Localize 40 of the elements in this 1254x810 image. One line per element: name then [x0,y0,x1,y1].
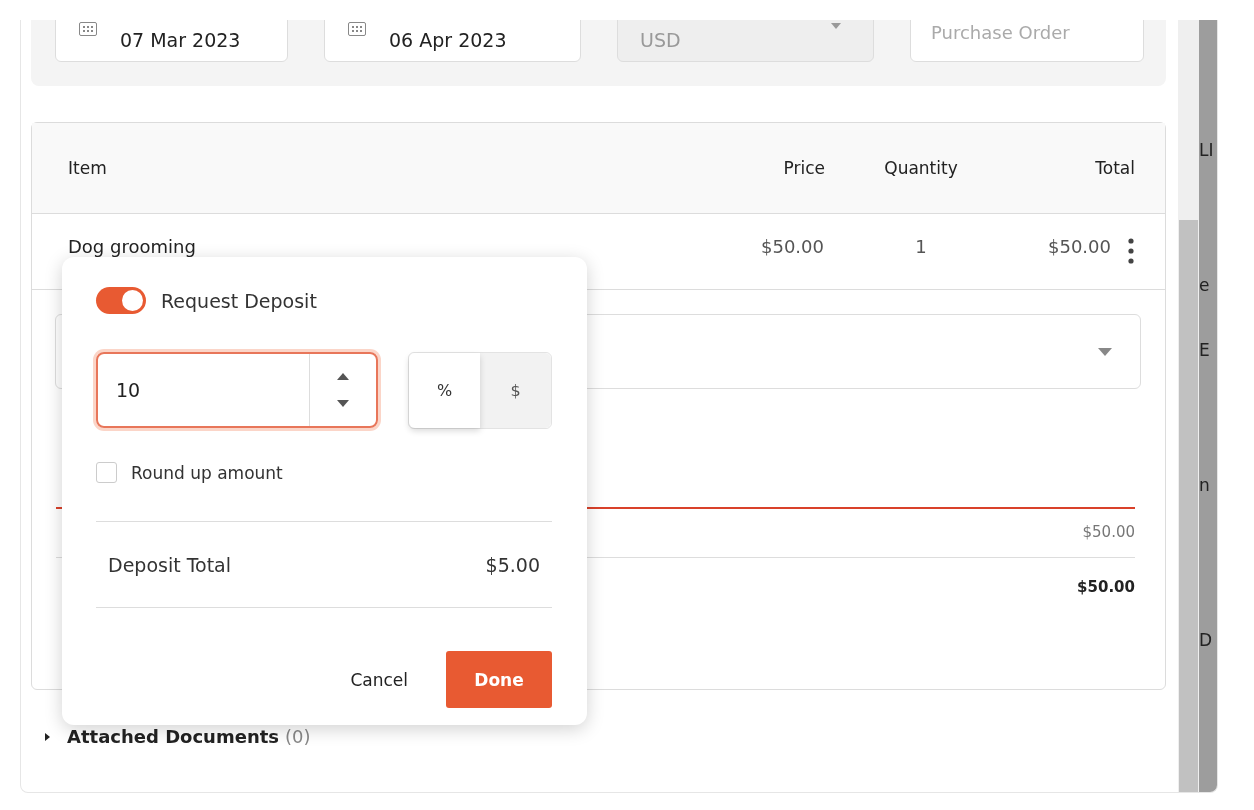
expand-icon[interactable] [43,731,51,742]
total-amount: $50.00 [1077,578,1135,596]
toggle-switch[interactable] [96,287,146,314]
panel-text: n [1199,475,1210,495]
document-count: (0) [285,726,311,747]
date-field[interactable]: 07 Mar 2023 [55,20,288,62]
table-cell-text: $50.00 [1047,236,1111,259]
checkbox[interactable] [96,462,117,483]
section-title[interactable]: Attached Documents [67,726,280,747]
unit-toggle[interactable]: $ [480,353,551,428]
increment-icon[interactable] [337,373,349,380]
table-cell-text: $50.00 [760,236,825,259]
caret-icon [831,23,841,29]
amount-field[interactable]: 10 [96,352,378,428]
subtotal-amount: $50.00 [1082,523,1135,541]
done-button[interactable]: Done [446,651,552,708]
caret-icon [1098,347,1112,356]
table-cell-text: Dog grooming [68,236,197,259]
column-header: Total [1094,158,1135,178]
panel-text: D [1199,630,1213,650]
panel-text: e [1199,275,1210,295]
cancel-button[interactable]: Cancel [350,669,408,690]
toggle-label: Request Deposit [161,289,317,312]
table-cell-text: 1 [914,236,928,259]
column-header: Price [782,158,826,178]
checkbox-label: Round up amount [131,462,283,483]
unit-toggle[interactable]: % [409,353,480,428]
panel-text: E [1199,340,1210,360]
calendar-icon [348,22,366,36]
calendar-icon [79,22,97,36]
date-field[interactable]: 06 Apr 2023 [324,20,581,62]
column-header: Quantity [883,158,959,178]
scroll-thumb[interactable] [1179,220,1198,792]
panel-text: LI [1199,140,1214,160]
scrollbar[interactable] [1178,20,1199,792]
total-value: $5.00 [485,553,540,576]
column-header: Item [68,158,108,178]
decrement-icon[interactable] [337,400,349,407]
total-label: Deposit Total [108,553,232,576]
more-icon[interactable] [1128,238,1134,264]
